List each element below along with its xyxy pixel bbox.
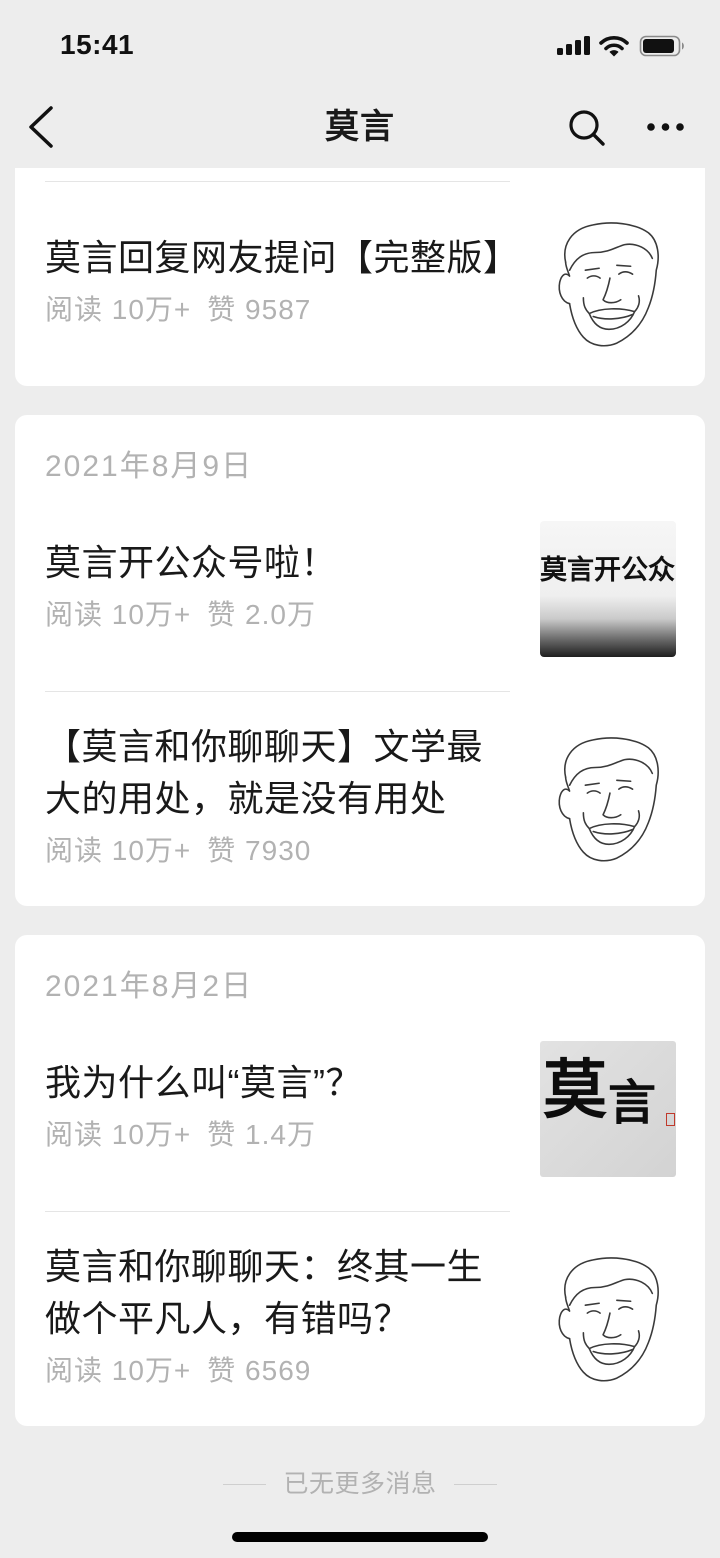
battery-icon [639,35,684,57]
calligraphy-char: 言 [608,1075,657,1131]
read-count: 阅读 10万+ [45,835,192,866]
face-sketch-image [553,734,663,864]
more-icon [647,123,684,131]
group-date: 2021年8月2日 [45,970,254,1003]
home-indicator[interactable] [232,1532,488,1542]
article-text: 我为什么叫“莫言”？ 阅读 10万+ 赞 1.4万 [45,1057,505,1161]
group-date: 2021年8月9日 [45,450,254,483]
end-of-list-footer: 已无更多消息 [0,1466,720,1502]
calligraphy-char: 莫 [543,1053,607,1128]
article-thumbnail [540,1251,676,1387]
search-button[interactable] [560,98,614,160]
message-group-card: 2021年8月9日 莫言开公众号啦！ 阅读 10万+ 赞 2.0万 莫言开公众 【… [15,415,705,906]
search-icon [569,110,605,146]
article-item[interactable]: 莫言回复网友提问【完整版】 阅读 10万+ 赞 9587 [15,182,705,386]
article-thumbnail [540,731,676,867]
article-stats: 阅读 10万+ 赞 6569 [45,1345,505,1397]
footer-line-left [223,1483,267,1485]
article-calligraphy-image: 莫 言 [540,1041,676,1177]
status-icons [557,35,684,57]
article-text: 【莫言和你聊聊天】文学最大的用处，就是没有用处 阅读 10万+ 赞 7930 [45,721,505,877]
more-button[interactable] [636,98,696,160]
article-item[interactable]: 莫言开公众号啦！ 阅读 10万+ 赞 2.0万 莫言开公众 [15,487,705,691]
like-count: 赞 7930 [207,835,312,866]
message-group-card: 莫言回复网友提问【完整版】 阅读 10万+ 赞 9587 [15,168,705,386]
article-text: 莫言和你聊聊天：终其一生做个平凡人，有错吗？ 阅读 10万+ 赞 6569 [45,1241,505,1397]
article-stats: 阅读 10万+ 赞 7930 [45,825,505,877]
cover-text: 莫言开公众 [540,555,675,585]
article-cover-image: 莫言开公众 [540,521,676,657]
article-text: 莫言开公众号啦！ 阅读 10万+ 赞 2.0万 [45,537,505,641]
like-count: 赞 9587 [207,294,312,325]
article-title: 【莫言和你聊聊天】文学最大的用处，就是没有用处 [45,726,484,819]
article-stats: 阅读 10万+ 赞 2.0万 [45,589,505,641]
red-seal-stamp [666,1113,675,1126]
message-group-card: 2021年8月2日 我为什么叫“莫言”？ 阅读 10万+ 赞 1.4万 莫 言 莫… [15,935,705,1426]
read-count: 阅读 10万+ [45,1119,192,1150]
nav-bar: 莫言 [0,90,720,168]
face-sketch-image [553,1254,663,1384]
message-list[interactable]: 莫言回复网友提问【完整版】 阅读 10万+ 赞 9587 2021年8月9日 莫言… [0,168,720,1558]
like-count: 赞 2.0万 [207,599,316,630]
article-stats: 阅读 10万+ 赞 1.4万 [45,1109,505,1161]
read-count: 阅读 10万+ [45,294,192,325]
signal-icon [557,36,590,55]
page-title: 莫言 [325,108,395,146]
status-bar: 15:41 [0,0,720,90]
article-stats: 阅读 10万+ 赞 9587 [45,284,505,336]
like-count: 赞 6569 [207,1355,312,1386]
chevron-left-icon [29,106,53,148]
read-count: 阅读 10万+ [45,599,192,630]
article-title: 莫言回复网友提问【完整版】 [45,237,520,278]
article-title: 莫言开公众号啦！ [45,542,338,583]
wifi-icon [599,36,629,57]
footer-line-right [453,1483,497,1485]
article-item[interactable]: 莫言和你聊聊天：终其一生做个平凡人，有错吗？ 阅读 10万+ 赞 6569 [15,1212,705,1426]
article-item[interactable]: 我为什么叫“莫言”？ 阅读 10万+ 赞 1.4万 莫 言 [15,1007,705,1211]
article-item[interactable]: 【莫言和你聊聊天】文学最大的用处，就是没有用处 阅读 10万+ 赞 7930 [15,692,705,906]
article-title: 莫言和你聊聊天：终其一生做个平凡人，有错吗？ [45,1246,484,1339]
face-sketch-image [553,219,663,349]
article-thumbnail [540,216,676,352]
article-title: 我为什么叫“莫言”？ [45,1062,362,1103]
end-of-list-text: 已无更多消息 [283,1470,437,1498]
like-count: 赞 1.4万 [207,1119,316,1150]
article-text: 莫言回复网友提问【完整版】 阅读 10万+ 赞 9587 [45,232,520,336]
back-button[interactable] [18,98,68,160]
read-count: 阅读 10万+ [45,1355,192,1386]
